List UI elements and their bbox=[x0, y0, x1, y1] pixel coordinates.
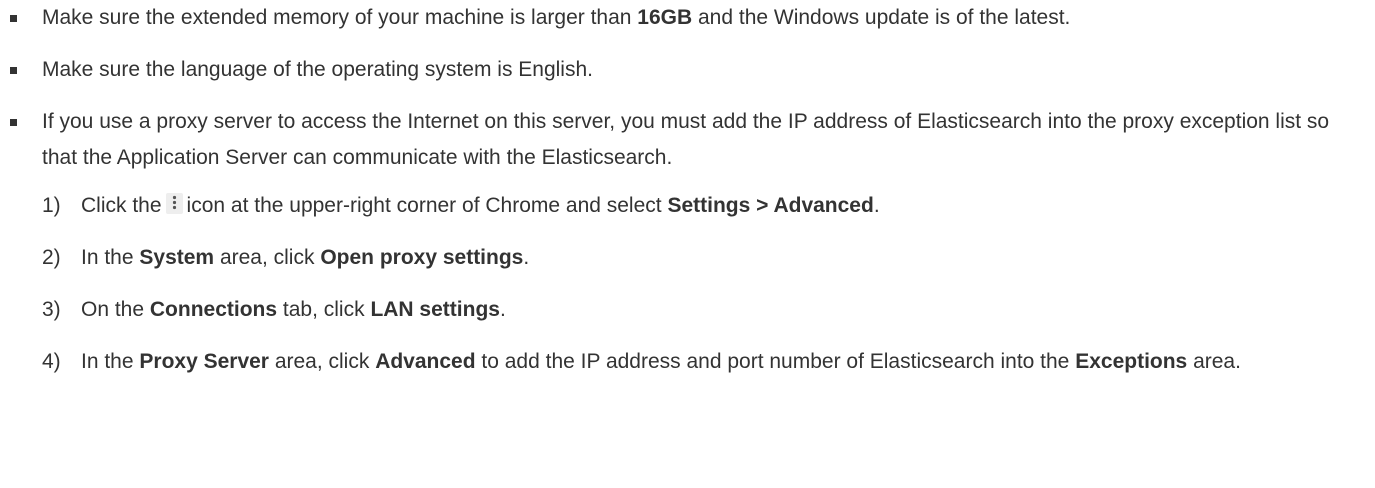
step-text: area, click bbox=[214, 246, 321, 269]
bullet-icon bbox=[10, 119, 17, 126]
step-bold-text: System bbox=[139, 246, 215, 269]
step-item: 2) In the System area, click Open proxy … bbox=[42, 240, 1355, 276]
step-number: 1) bbox=[42, 194, 61, 217]
step-text: In the bbox=[81, 246, 140, 269]
step-number: 4) bbox=[42, 350, 61, 373]
bullet-icon bbox=[10, 15, 17, 22]
step-text: tab, click bbox=[277, 298, 371, 321]
item-bold-text: 16GB bbox=[637, 6, 693, 29]
step-text: On the bbox=[81, 298, 150, 321]
more-vertical-icon bbox=[165, 193, 183, 214]
document-body: Make sure the extended memory of your ma… bbox=[0, 0, 1375, 488]
step-bold-text: Open proxy settings bbox=[320, 246, 524, 269]
step-number: 3) bbox=[42, 298, 61, 321]
step-number: 2) bbox=[42, 246, 61, 269]
step-text: . bbox=[499, 298, 506, 321]
step-bold-text: Connections bbox=[149, 298, 278, 321]
step-text: icon at the upper-right corner of Chrome… bbox=[186, 194, 668, 217]
step-text: In the bbox=[81, 350, 140, 373]
proxy-steps-list: 1) Click the icon at the upper-right corn… bbox=[42, 188, 1355, 380]
step-text: area. bbox=[1187, 350, 1241, 373]
step-bold-text: LAN settings bbox=[370, 298, 500, 321]
item-text: Make sure the extended memory of your ma… bbox=[42, 6, 638, 29]
step-text: . bbox=[523, 246, 530, 269]
step-text: area, click bbox=[268, 350, 376, 373]
requirements-list: Make sure the extended memory of your ma… bbox=[0, 0, 1375, 380]
step-bold-text: Advanced bbox=[375, 350, 476, 373]
list-item-language: Make sure the language of the operating … bbox=[0, 52, 1375, 88]
step-bold-text: Settings > Advanced bbox=[667, 194, 874, 217]
item-text: and the Windows update is of the latest. bbox=[692, 6, 1071, 29]
step-item: 1) Click the icon at the upper-right corn… bbox=[42, 188, 1355, 224]
step-item: 3) On the Connections tab, click LAN set… bbox=[42, 292, 1355, 328]
bullet-icon bbox=[10, 67, 17, 74]
step-text: . bbox=[873, 194, 880, 217]
item-text: If you use a proxy server to access the … bbox=[42, 110, 1330, 169]
item-text: Make sure the language of the operating … bbox=[42, 58, 593, 81]
list-item-memory: Make sure the extended memory of your ma… bbox=[0, 0, 1375, 36]
step-bold-text: Proxy Server bbox=[139, 350, 269, 373]
step-text: Click the bbox=[81, 194, 162, 217]
step-text: to add the IP address and port number of… bbox=[475, 350, 1076, 373]
step-item: 4) In the Proxy Server area, click Advan… bbox=[42, 344, 1355, 380]
list-item-proxy: If you use a proxy server to access the … bbox=[0, 104, 1375, 380]
step-bold-text: Exceptions bbox=[1075, 350, 1188, 373]
